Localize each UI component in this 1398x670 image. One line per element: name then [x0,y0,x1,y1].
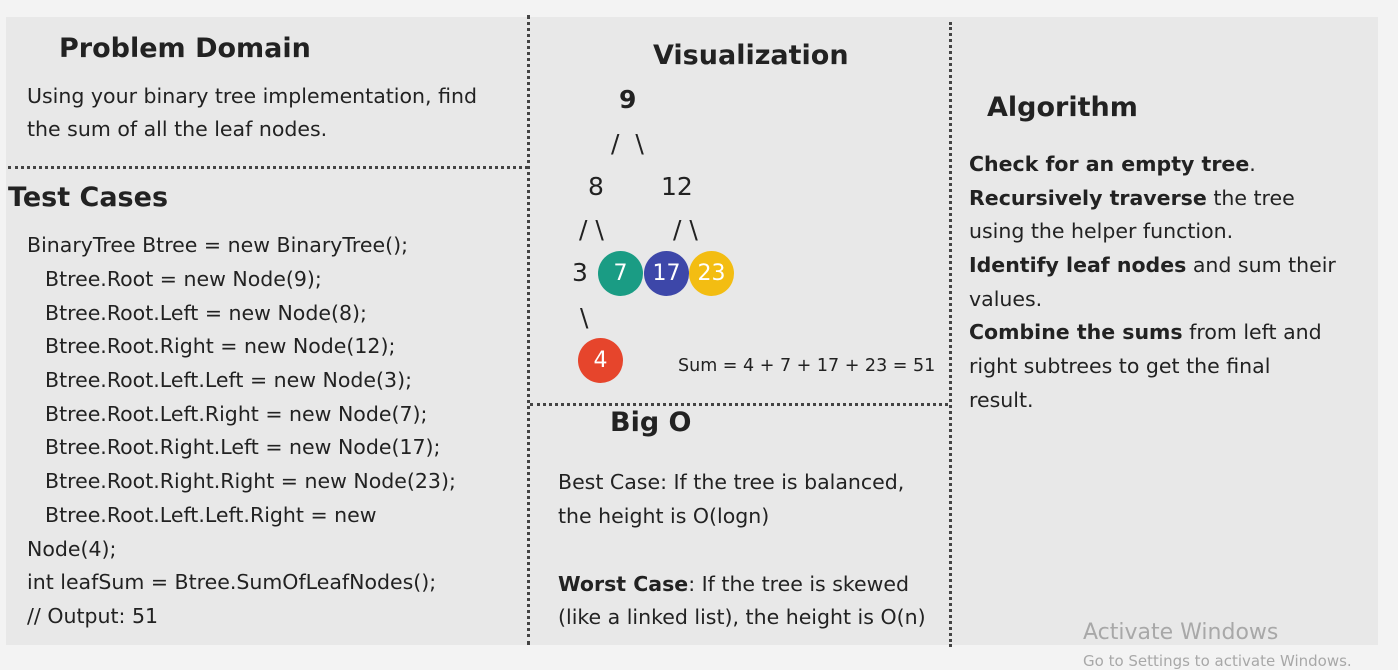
divider-problem [8,166,528,169]
problem-line-1: Using your binary tree implementation, f… [27,84,477,108]
test-line: Btree.Root.Right.Right = new Node(23); [45,469,456,493]
tree-node-8: 8 [588,172,604,201]
activate-windows-hint: Go to Settings to activate Windows. [1083,652,1352,670]
algorithm-step-4: Combine the sums from left and [969,320,1322,344]
problem-title: Problem Domain [59,33,311,64]
test-line: Node(4); [27,537,117,561]
test-line: Btree.Root.Left.Left.Right = new [45,503,377,527]
tree-node-12: 12 [661,172,693,201]
test-line: BinaryTree Btree = new BinaryTree(); [27,233,408,257]
test-line: int leafSum = Btree.SumOfLeafNodes(); [27,570,437,594]
tree-branch-root: / \ [611,129,644,158]
activate-windows-watermark: Activate Windows [1083,620,1279,645]
algorithm-title: Algorithm [987,92,1138,123]
problem-line-2: the sum of all the leaf nodes. [27,117,328,141]
algorithm-step-1: Check for an empty tree. [969,152,1256,176]
bigo-best: Best Case: If the tree is balanced, [558,470,905,494]
leaf-node-4: 4 [578,338,623,383]
tree-root: 9 [619,85,637,114]
test-line: // Output: 51 [27,604,159,628]
algorithm-step-3: Identify leaf nodes and sum their [969,253,1336,277]
bigo-worst-2: (like a linked list), the height is O(n) [558,605,926,629]
divider-bigo [530,403,948,406]
tree-branch-right: / \ [673,215,698,244]
test-line: Btree.Root = new Node(9); [45,267,322,291]
divider-left [527,15,530,645]
test-line: Btree.Root.Left.Right = new Node(7); [45,402,428,426]
test-line: Btree.Root.Right = new Node(12); [45,334,396,358]
bigo-worst: Worst Case: If the tree is skewed [558,572,910,596]
test-line: Btree.Root.Left.Left = new Node(3); [45,368,412,392]
algorithm-step-3b: values. [969,287,1043,311]
test-cases-title: Test Cases [8,182,169,213]
test-line: Btree.Root.Left = new Node(8); [45,301,367,325]
leaf-node-17: 17 [644,251,689,296]
tree-node-3: 3 [572,258,588,287]
leaf-node-23: 23 [689,251,734,296]
algorithm-step-4c: result. [969,388,1034,412]
visualization-title: Visualization [653,40,849,71]
sum-label: Sum = 4 + 7 + 17 + 23 = 51 [678,356,936,376]
bigo-best-2: the height is O(logn) [558,504,770,528]
algorithm-step-2b: using the helper function. [969,219,1234,243]
leaf-node-7: 7 [598,251,643,296]
divider-right [949,22,952,647]
tree-branch-left: / \ [579,215,604,244]
tree-branch-3: \ [580,303,589,332]
algorithm-step-2: Recursively traverse the tree [969,186,1295,210]
bigo-title: Big O [610,407,692,438]
algorithm-step-4b: right subtrees to get the final [969,354,1271,378]
test-line: Btree.Root.Right.Left = new Node(17); [45,435,441,459]
